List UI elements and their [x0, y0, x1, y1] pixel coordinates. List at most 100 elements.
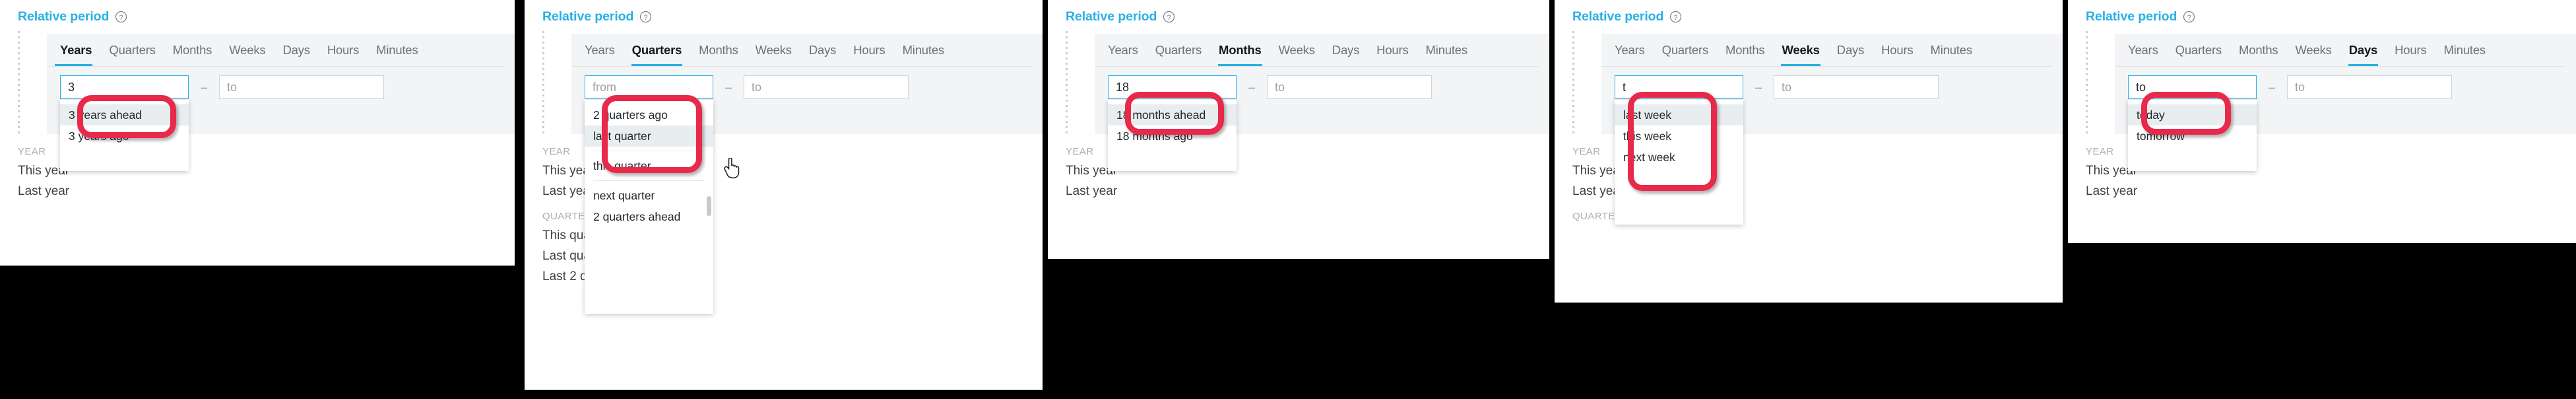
- panel-days-body: Relative period? Years Quarters Months Weeks…: [2068, 0, 2576, 243]
- to-input[interactable]: to: [219, 75, 384, 99]
- panel-header: Relative period?: [2086, 9, 2195, 24]
- from-suggestions-dropdown[interactable]: 2 quarters ago last quarter this quarter ne…: [585, 100, 713, 314]
- page-title: Relative period: [1572, 9, 1664, 24]
- dotted-connector: [2086, 31, 2088, 137]
- tab-quarters[interactable]: Quarters: [100, 34, 164, 67]
- panel-quarters-body: Relative period? Years Quarters Months Weeks…: [525, 0, 1043, 390]
- panel-weeks: Relative period? Years Quarters Months Weeks…: [1555, 0, 2063, 303]
- dropdown-option[interactable]: 2 quarters ahead: [585, 206, 713, 227]
- dropdown-option[interactable]: today: [2128, 104, 2257, 126]
- dropdown-option[interactable]: 3 years ahead: [60, 104, 189, 126]
- tab-weeks[interactable]: Weeks: [2286, 34, 2340, 67]
- tab-years[interactable]: Years: [1601, 34, 1654, 67]
- to-input[interactable]: to: [2287, 75, 2452, 99]
- from-suggestions-dropdown[interactable]: today tomorrow: [2128, 100, 2257, 171]
- panel-months: Relative period? Years Quarters Months Weeks…: [1048, 0, 1549, 259]
- tab-minutes[interactable]: Minutes: [368, 34, 426, 67]
- tab-weeks[interactable]: Weeks: [747, 34, 800, 67]
- tab-days[interactable]: Days: [800, 34, 845, 67]
- dropdown-option[interactable]: last quarter: [585, 126, 713, 147]
- dropdown-option[interactable]: 3 years ago: [60, 126, 189, 147]
- screenshot-stage: Relative period? Years Quarters Months Weeks…: [0, 0, 2576, 399]
- question-mark-circle-icon[interactable]: ?: [2183, 11, 2195, 23]
- range-dash-separator: –: [724, 80, 732, 94]
- panel-years: Relative period? Years Quarters Months Weeks…: [0, 0, 515, 266]
- from-combobox: to today tomorrow: [2128, 75, 2257, 171]
- period-unit-tabs: Years Quarters Months Weeks Days Hours Minutes: [2115, 34, 2494, 67]
- page-title: Relative period: [542, 9, 634, 24]
- dotted-connector: [1066, 31, 1068, 137]
- question-mark-circle-icon[interactable]: ?: [115, 11, 127, 23]
- tab-days[interactable]: Days: [2340, 34, 2386, 67]
- range-inputs-row: t last week this week next week – to: [1615, 75, 1939, 225]
- dropdown-option[interactable]: last week: [1615, 104, 1743, 126]
- dropdown-separator: [593, 180, 705, 181]
- tab-days[interactable]: Days: [274, 34, 318, 67]
- dropdown-scrollbar-thumb[interactable]: [707, 196, 711, 216]
- tab-hours[interactable]: Hours: [1873, 34, 1921, 67]
- tab-minutes[interactable]: Minutes: [894, 34, 953, 67]
- relative-period-panel: Years Quarters Months Weeks Days Hours Minutes…: [1095, 34, 1549, 171]
- tab-months[interactable]: Months: [1210, 34, 1270, 67]
- preset-item[interactable]: Last year: [2086, 181, 2297, 201]
- from-input[interactable]: 3: [60, 75, 189, 99]
- tab-months[interactable]: Months: [690, 34, 746, 67]
- tab-months[interactable]: Months: [2230, 34, 2286, 67]
- question-mark-circle-icon[interactable]: ?: [1669, 11, 1682, 23]
- from-combobox: t last week this week next week: [1615, 75, 1743, 225]
- tab-days[interactable]: Days: [1828, 34, 1873, 67]
- range-dash-separator: –: [1248, 80, 1255, 94]
- tab-hours[interactable]: Hours: [2386, 34, 2435, 67]
- from-suggestions-dropdown[interactable]: last week this week next week: [1615, 100, 1743, 225]
- tab-minutes[interactable]: Minutes: [1417, 34, 1476, 67]
- dropdown-option[interactable]: this quarter: [585, 155, 713, 176]
- preset-item[interactable]: Last year: [18, 181, 229, 201]
- dropdown-option[interactable]: next quarter: [585, 185, 713, 206]
- dropdown-option[interactable]: 18 months ahead: [1108, 104, 1237, 126]
- to-input[interactable]: to: [1267, 75, 1432, 99]
- from-suggestions-dropdown[interactable]: 18 months ahead 18 months ago: [1108, 100, 1237, 171]
- from-input[interactable]: 18: [1108, 75, 1237, 99]
- panel-header: Relative period?: [1572, 9, 1682, 24]
- tab-hours[interactable]: Hours: [1368, 34, 1417, 67]
- tab-years[interactable]: Years: [2115, 34, 2167, 67]
- from-input[interactable]: from: [585, 75, 713, 99]
- dropdown-option[interactable]: this week: [1615, 126, 1743, 147]
- panel-header: Relative period?: [1066, 9, 1175, 24]
- tab-quarters[interactable]: Quarters: [624, 34, 691, 67]
- tab-quarters[interactable]: Quarters: [2167, 34, 2230, 67]
- tab-quarters[interactable]: Quarters: [1654, 34, 1717, 67]
- from-suggestions-dropdown[interactable]: 3 years ahead 3 years ago: [60, 100, 189, 171]
- tab-months[interactable]: Months: [1717, 34, 1773, 67]
- tab-years[interactable]: Years: [571, 34, 624, 67]
- tab-minutes[interactable]: Minutes: [1922, 34, 1981, 67]
- from-input[interactable]: t: [1615, 75, 1743, 99]
- relative-period-panel: Years Quarters Months Weeks Days Hours Minutes…: [571, 34, 1043, 314]
- tab-years[interactable]: Years: [47, 34, 100, 67]
- tab-months[interactable]: Months: [164, 34, 220, 67]
- tab-hours[interactable]: Hours: [319, 34, 368, 67]
- panel-days: Relative period? Years Quarters Months Weeks…: [2068, 0, 2576, 243]
- question-mark-circle-icon[interactable]: ?: [639, 11, 652, 23]
- preset-item[interactable]: Last year: [1066, 181, 1277, 201]
- to-input[interactable]: to: [1774, 75, 1939, 99]
- tab-hours[interactable]: Hours: [845, 34, 893, 67]
- question-mark-circle-icon[interactable]: ?: [1163, 11, 1175, 23]
- to-input[interactable]: to: [744, 75, 909, 99]
- dropdown-option[interactable]: 2 quarters ago: [585, 104, 713, 126]
- from-input[interactable]: to: [2128, 75, 2257, 99]
- tab-weeks[interactable]: Weeks: [220, 34, 274, 67]
- dropdown-option[interactable]: next week: [1615, 147, 1743, 168]
- tab-weeks[interactable]: Weeks: [1270, 34, 1324, 67]
- range-inputs-row: 18 18 months ahead 18 months ago – to: [1108, 75, 1432, 171]
- dropdown-option[interactable]: tomorrow: [2128, 126, 2257, 147]
- dropdown-option[interactable]: 18 months ago: [1108, 126, 1237, 147]
- tab-quarters[interactable]: Quarters: [1147, 34, 1210, 67]
- range-dash-separator: –: [1755, 80, 1762, 94]
- tab-strip-divider: [1095, 66, 1539, 67]
- tab-years[interactable]: Years: [1095, 34, 1147, 67]
- tab-minutes[interactable]: Minutes: [2435, 34, 2494, 67]
- tab-weeks[interactable]: Weeks: [1773, 34, 1828, 67]
- page-title: Relative period: [1066, 9, 1157, 24]
- tab-days[interactable]: Days: [1324, 34, 1368, 67]
